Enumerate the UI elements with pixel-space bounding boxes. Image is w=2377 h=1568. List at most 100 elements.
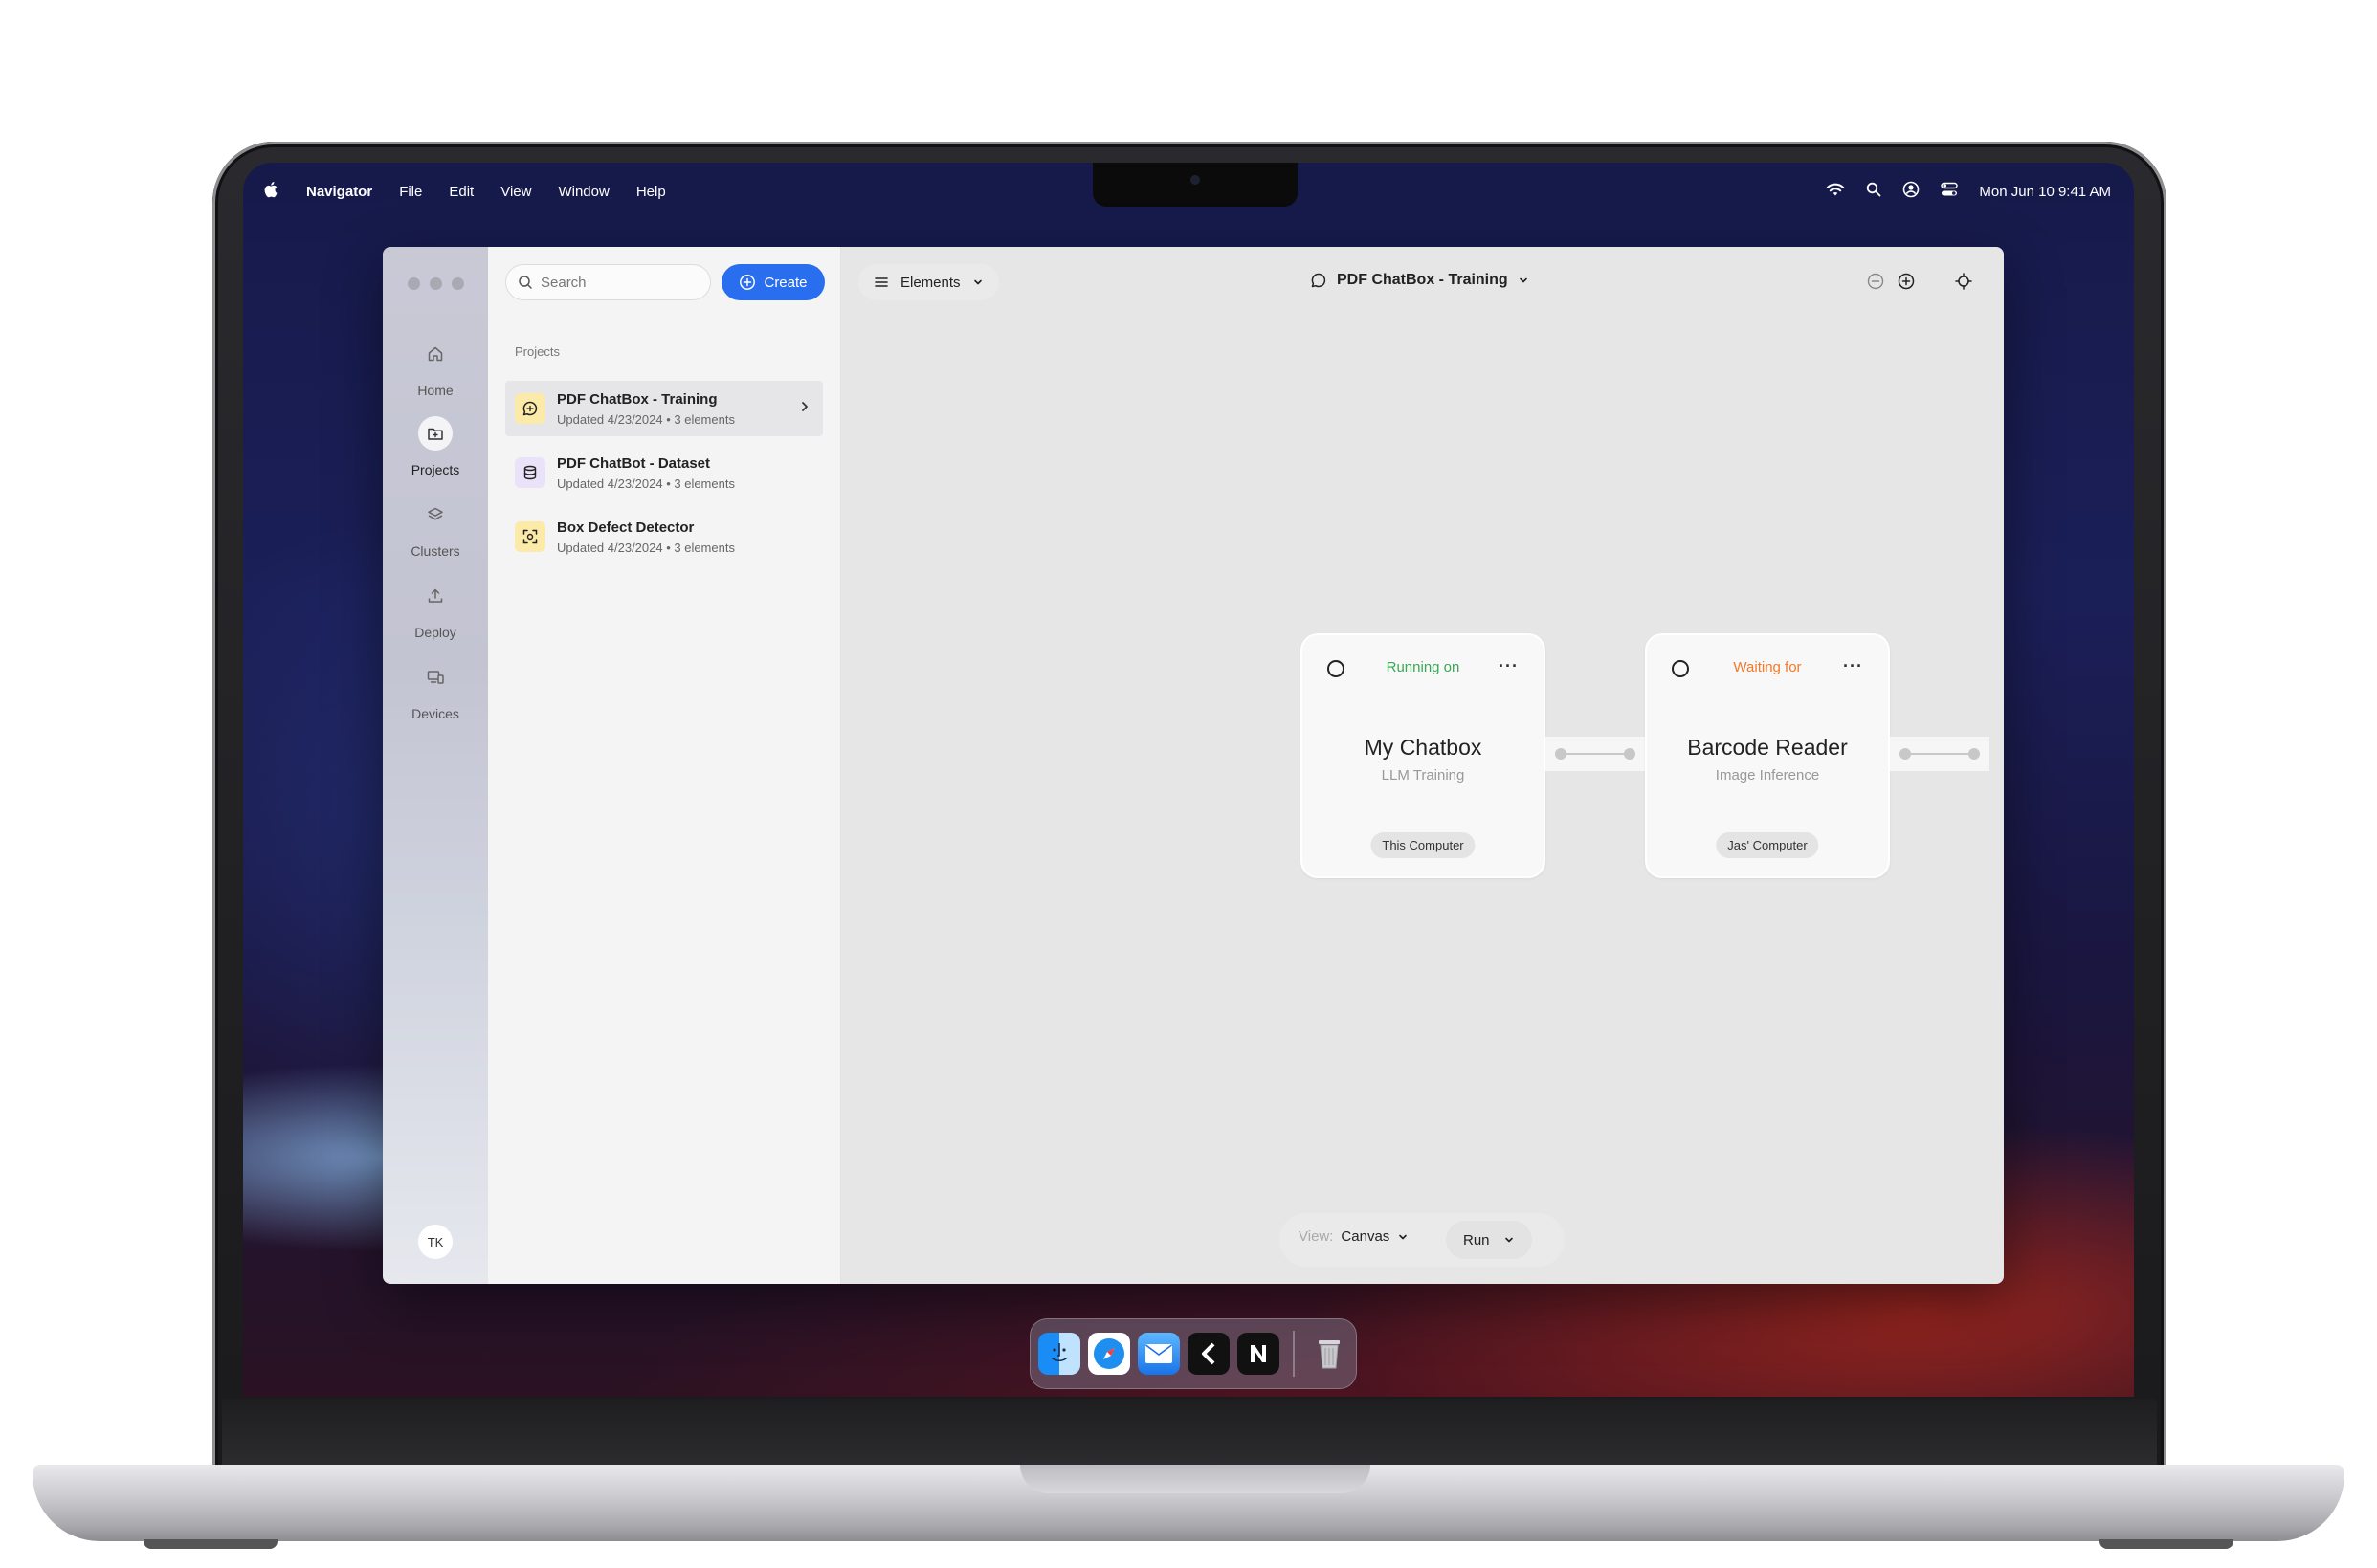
spotlight-search-icon[interactable] [1866, 182, 1881, 201]
chevron-right-icon [802, 402, 808, 411]
dock-separator [1293, 1331, 1295, 1377]
laptop-opening-notch [1020, 1465, 1370, 1493]
connector-start-dot[interactable] [1555, 748, 1566, 760]
zoom-out-icon[interactable] [1866, 272, 1885, 291]
wifi-icon[interactable] [1826, 182, 1845, 201]
mail-icon[interactable] [1138, 1333, 1180, 1375]
menu-file[interactable]: File [399, 184, 422, 200]
project-name: PDF ChatBox - Training [557, 390, 718, 408]
kx-app-icon[interactable] [1188, 1333, 1230, 1375]
rail-item-deploy[interactable]: Deploy [383, 579, 488, 640]
laptop-foot-right [2099, 1539, 2233, 1549]
connector-end-dot[interactable] [1968, 748, 1980, 760]
zoom-window-button[interactable] [452, 277, 464, 290]
zoom-in-icon[interactable] [1897, 272, 1916, 291]
canvas-bottom-toolbar: View: Canvas Run [1279, 1213, 1565, 1267]
node-connector[interactable] [1545, 737, 1645, 771]
home-icon [418, 337, 453, 371]
scan-icon [515, 521, 545, 552]
run-label: Run [1463, 1231, 1490, 1248]
menu-clock[interactable]: Mon Jun 10 9:41 AM [1979, 184, 2111, 200]
menu-app-name[interactable]: Navigator [306, 184, 372, 200]
run-button[interactable]: Run [1446, 1221, 1532, 1259]
connector-end-dot[interactable] [1624, 748, 1635, 760]
node-subtitle: LLM Training [1381, 767, 1465, 784]
rail-item-label: Home [417, 383, 454, 398]
n-app-icon[interactable] [1237, 1333, 1279, 1375]
project-item-pdf-chatbox-training[interactable]: PDF ChatBox - Training Updated 4/23/2024… [505, 381, 823, 436]
rail-item-label: Deploy [414, 625, 456, 640]
more-options-icon[interactable]: ··· [1499, 656, 1519, 676]
chevron-down-icon [1399, 1234, 1408, 1239]
list-icon [875, 277, 888, 287]
chat-bubble-icon [1311, 273, 1326, 288]
more-options-icon[interactable]: ··· [1843, 656, 1863, 676]
node-title: Barcode Reader [1687, 735, 1848, 760]
project-meta: Updated 4/23/2024 • 3 elements [557, 540, 735, 555]
zoom-controls [1866, 272, 1973, 291]
create-button-label: Create [764, 274, 808, 291]
rail-item-label: Clusters [411, 543, 460, 559]
minimize-window-button[interactable] [430, 277, 442, 290]
rail-item-label: Devices [411, 706, 459, 721]
search-icon [519, 276, 532, 289]
node-device-chip[interactable]: This Computer [1370, 832, 1476, 858]
control-center-icon[interactable] [1941, 182, 1959, 201]
layers-icon [418, 497, 453, 532]
rail-item-projects[interactable]: Projects [383, 416, 488, 477]
dock [1030, 1318, 1357, 1389]
search-field[interactable]: Search [505, 264, 711, 300]
node-my-chatbox[interactable]: Running on ··· My Chatbox LLM Training T… [1300, 633, 1545, 878]
project-item-box-defect-detector[interactable]: Box Defect Detector Updated 4/23/2024 • … [505, 509, 823, 564]
app-window: Home Projects Clusters Deploy Devices TK… [383, 247, 2004, 1284]
user-account-icon[interactable] [1902, 181, 1920, 202]
view-value: Canvas [1341, 1228, 1390, 1245]
chevron-down-icon [973, 279, 982, 285]
apple-icon[interactable] [264, 181, 279, 202]
laptop-foot-left [144, 1539, 278, 1549]
node-output-connector[interactable] [1890, 737, 1989, 771]
node-subtitle: Image Inference [1715, 767, 1820, 784]
elements-dropdown[interactable]: Elements [858, 264, 999, 300]
menu-window[interactable]: Window [558, 184, 609, 200]
devices-icon [418, 660, 453, 695]
finder-icon[interactable] [1038, 1333, 1080, 1375]
plus-circle-icon [740, 275, 756, 290]
menu-bar: Navigator File Edit View Window Help Mon… [243, 172, 2134, 210]
project-title-dropdown[interactable]: PDF ChatBox - Training [1310, 272, 1529, 289]
recenter-icon[interactable] [1954, 272, 1973, 291]
connector-line [1905, 753, 1974, 755]
navigation-rail: Home Projects Clusters Deploy Devices TK [383, 247, 488, 1284]
create-button[interactable]: Create [722, 264, 825, 300]
safari-icon[interactable] [1088, 1333, 1130, 1375]
node-device-chip[interactable]: Jas' Computer [1716, 832, 1819, 858]
project-sidebar: Search Create Projects PDF ChatBox - Tra… [488, 247, 841, 1284]
database-icon [515, 457, 545, 488]
project-meta: Updated 4/23/2024 • 3 elements [557, 411, 735, 427]
project-title: PDF ChatBox - Training [1337, 272, 1508, 288]
folder-icon [418, 416, 453, 451]
menu-view[interactable]: View [500, 184, 531, 200]
project-name: Box Defect Detector [557, 519, 695, 536]
connector-start-dot[interactable] [1899, 748, 1911, 760]
projects-section-label: Projects [515, 344, 560, 359]
laptop-chin [222, 1399, 2157, 1466]
view-mode-dropdown[interactable]: View: Canvas [1299, 1228, 1409, 1245]
user-avatar[interactable]: TK [418, 1225, 453, 1259]
elements-label: Elements [900, 274, 961, 291]
rail-item-devices[interactable]: Devices [383, 660, 488, 721]
menu-edit[interactable]: Edit [449, 184, 474, 200]
project-meta: Updated 4/23/2024 • 3 elements [557, 475, 735, 491]
search-placeholder: Search [541, 274, 587, 291]
window-controls [408, 277, 464, 290]
node-barcode-reader[interactable]: Waiting for ··· Barcode Reader Image Inf… [1645, 633, 1890, 878]
rail-item-home[interactable]: Home [383, 337, 488, 398]
workflow-canvas[interactable]: Elements PDF ChatBox - Training Running … [841, 247, 2004, 1284]
rail-item-clusters[interactable]: Clusters [383, 497, 488, 559]
chat-icon [515, 393, 545, 424]
chevron-down-icon [1519, 277, 1527, 283]
menu-help[interactable]: Help [636, 184, 666, 200]
close-window-button[interactable] [408, 277, 420, 290]
trash-icon[interactable] [1308, 1333, 1350, 1375]
project-item-pdf-chatbot-dataset[interactable]: PDF ChatBot - Dataset Updated 4/23/2024 … [505, 445, 823, 500]
